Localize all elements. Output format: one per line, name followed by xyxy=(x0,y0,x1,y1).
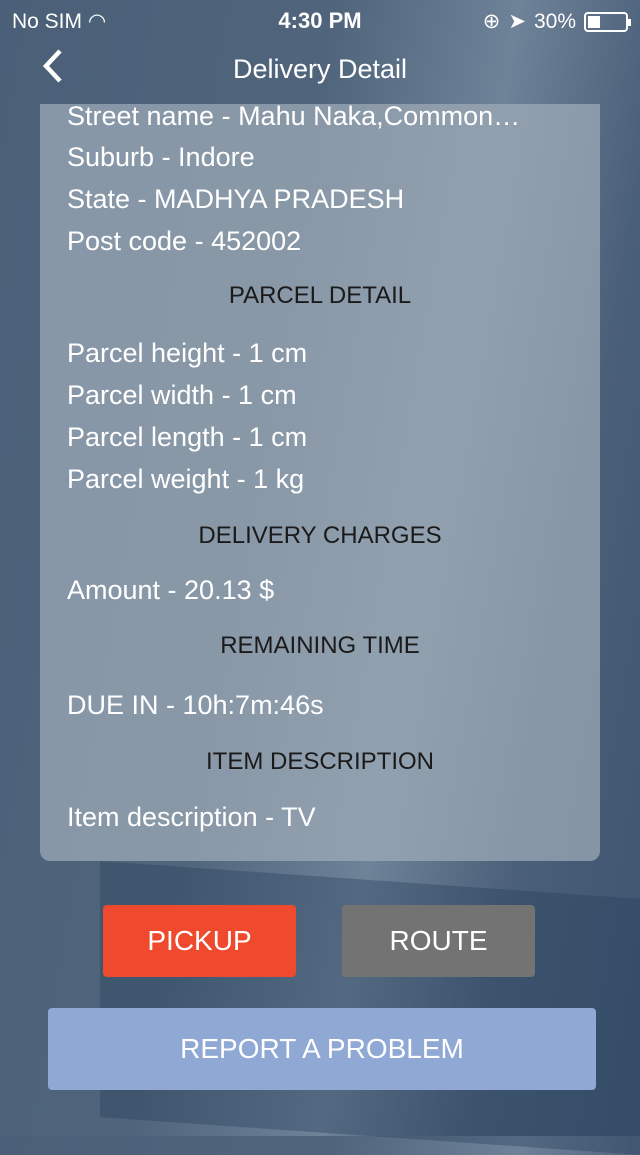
route-button[interactable]: ROUTE xyxy=(342,905,535,977)
battery-percent: 30% xyxy=(533,9,576,33)
nav-bar: Delivery Detail xyxy=(0,40,640,100)
post-code: Post code - 452002 xyxy=(67,226,302,256)
parcel-detail-heading: PARCEL DETAIL xyxy=(228,282,412,309)
item-description-heading: ITEM DESCRIPTION xyxy=(205,748,434,775)
pickup-button[interactable]: PICKUP xyxy=(103,905,296,977)
parcel-height: Parcel height - 1 cm xyxy=(67,338,308,368)
amount: Amount - 20.13 $ xyxy=(67,575,275,605)
rotation-lock-icon: ⊕ xyxy=(482,10,501,33)
parcel-width: Parcel width - 1 cm xyxy=(67,380,297,410)
report-problem-button[interactable]: REPORT A PROBLEM xyxy=(48,1008,596,1090)
remaining-time-heading: REMAINING TIME xyxy=(220,632,420,659)
parcel-length: Parcel length - 1 cm xyxy=(67,422,308,452)
suburb: Suburb - Indore xyxy=(67,142,255,172)
delivery-charges-heading: DELIVERY CHARGES xyxy=(198,522,442,549)
parcel-weight: Parcel weight - 1 kg xyxy=(67,464,305,494)
street-name: Street name - Mahu Naka,Common… xyxy=(67,101,521,131)
item-description: Item description - TV xyxy=(67,802,316,832)
due-in: DUE IN - 10h:7m:46s xyxy=(67,690,324,720)
status-right: ⊕ ➤ 30% xyxy=(482,9,631,34)
state: State - MADHYA PRADESH xyxy=(67,184,405,214)
page-title: Delivery Detail xyxy=(232,54,408,84)
delivery-detail-card: Street name - Mahu Naka,Common… Suburb -… xyxy=(40,101,600,861)
battery-icon xyxy=(584,11,631,32)
status-bar: No SIM ◠ 4:30 PM ⊕ ➤ 30% xyxy=(0,0,640,40)
location-arrow-icon: ➤ xyxy=(508,10,526,33)
